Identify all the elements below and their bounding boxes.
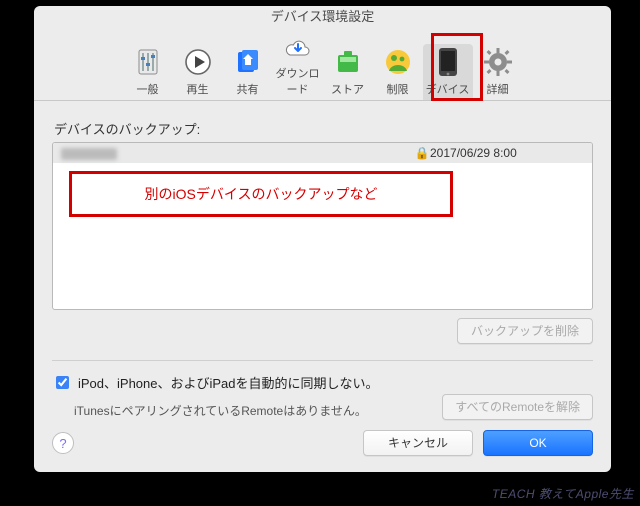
prevent-sync-checkbox[interactable] [56,376,69,389]
tab-label: 共有 [223,81,273,97]
tab-label: ストア [323,81,373,97]
ok-button[interactable]: OK [483,430,593,456]
separator [52,360,593,361]
toolbar: 一般 再生 共有 ダウンロード [34,28,611,101]
backup-date: 2017/06/29 8:00 [430,143,584,163]
store-icon [323,44,373,80]
tab-sharing[interactable]: 共有 [223,44,273,100]
download-cloud-icon [273,28,323,64]
tab-downloads[interactable]: ダウンロード [273,28,323,100]
window-title: デバイス環境設定 [34,6,611,28]
slider-icon [123,44,173,80]
backups-list[interactable]: 🔒 2017/06/29 8:00 別のiOSデバイスのバックアップなど [52,142,593,310]
parental-icon [373,44,423,80]
tab-restrictions[interactable]: 制限 [373,44,423,100]
backup-row[interactable]: 🔒 2017/06/29 8:00 [53,143,592,163]
sharing-icon [223,44,273,80]
tab-label: 制限 [373,81,423,97]
gear-icon [473,44,523,80]
tab-label: デバイス [423,81,473,97]
tab-label: 一般 [123,81,173,97]
tab-advanced[interactable]: 詳細 [473,44,523,100]
play-icon [173,44,223,80]
watermark: TEACH 教えてApple先生 [492,485,634,502]
tab-general[interactable]: 一般 [123,44,173,100]
tab-label: 詳細 [473,81,523,97]
backups-label: デバイスのバックアップ: [54,119,593,138]
tab-playback[interactable]: 再生 [173,44,223,100]
tab-devices[interactable]: デバイス [423,44,473,100]
cancel-button[interactable]: キャンセル [363,430,473,456]
tab-store[interactable]: ストア [323,44,373,100]
delete-backup-button[interactable]: バックアップを削除 [457,318,593,344]
annotation-other-backups: 別のiOSデバイスのバックアップなど [69,171,453,217]
backup-device-name [61,143,414,163]
device-icon [423,44,473,80]
prevent-sync-option[interactable]: iPod、iPhone、およびiPadを自動的に同期しない。 [52,373,593,392]
tab-label: ダウンロード [273,65,323,97]
prevent-sync-label: iPod、iPhone、およびiPadを自動的に同期しない。 [78,373,379,392]
tab-label: 再生 [173,81,223,97]
lock-icon: 🔒 [414,143,430,163]
help-button[interactable]: ? [52,432,74,454]
footer: ? キャンセル OK [34,416,611,472]
content-area: デバイスのバックアップ: 🔒 2017/06/29 8:00 別のiOSデバイス… [34,101,611,420]
preferences-window: デバイス環境設定 一般 再生 共有 [34,6,611,472]
annotation-text: 別のiOSデバイスのバックアップなど [145,184,378,204]
